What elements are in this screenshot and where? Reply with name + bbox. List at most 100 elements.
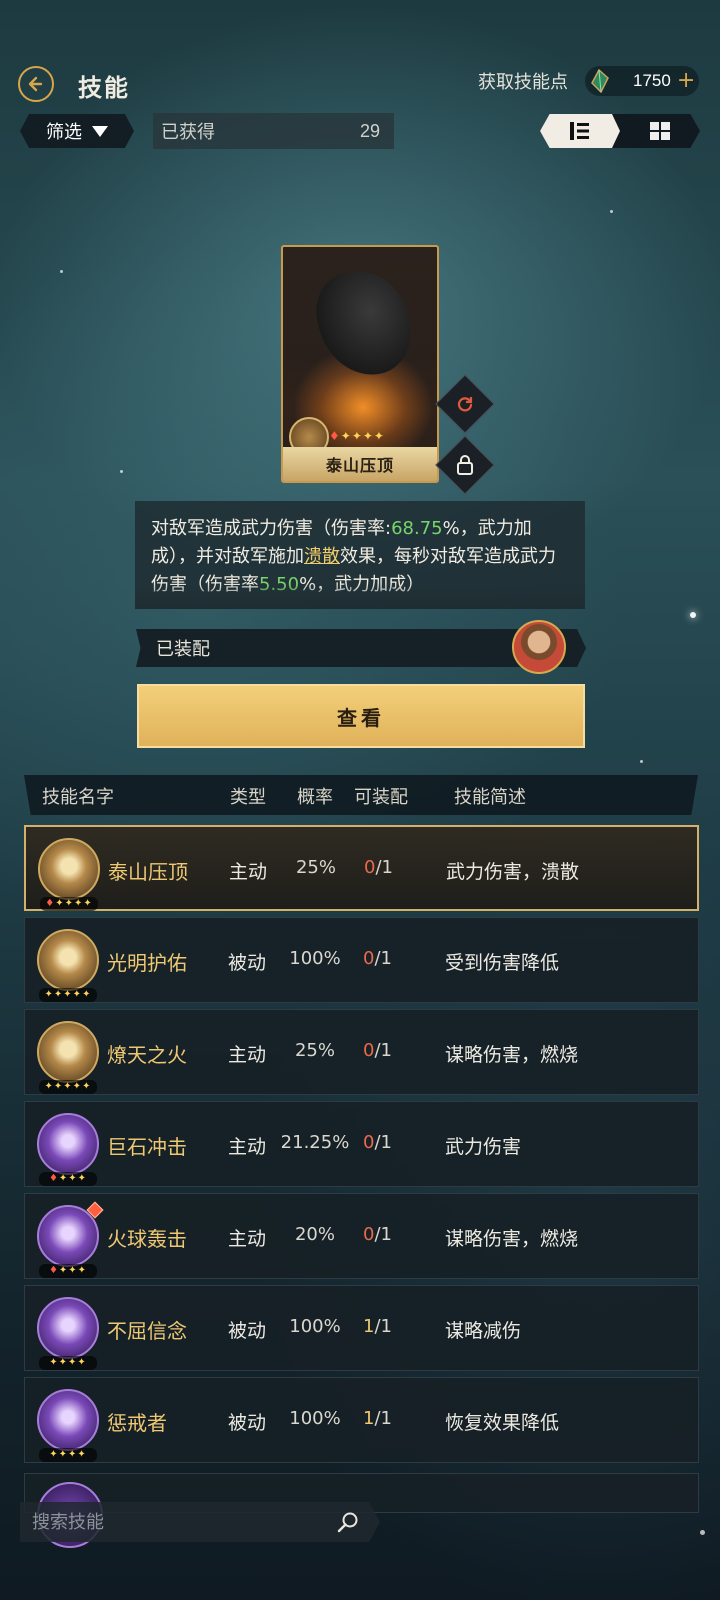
rank-stars: ✦✦✦✦✦ (39, 1080, 97, 1094)
skill-type: 主动 (228, 1136, 267, 1158)
skill-gem-icon (591, 69, 609, 93)
skill-card-name: 泰山压顶 (325, 456, 394, 475)
search-icon[interactable] (336, 1510, 360, 1534)
skill-art-boulder (309, 262, 419, 385)
col-rate: 概率 (297, 787, 333, 808)
skill-points-value: 1750 (633, 71, 671, 90)
light-shield-icon (37, 929, 99, 991)
skill-brief: 谋略伤害，燃烧 (445, 1044, 579, 1066)
skill-equip: 1/1 (363, 1408, 392, 1429)
skill-card[interactable]: ♦✦✦✦✦ 泰山压顶 (281, 245, 439, 483)
skill-equip: 0/1 (363, 1040, 392, 1061)
rank-stars: ♦✦✦✦ (39, 1172, 97, 1186)
skill-brief: 武力伤害，溃散 (446, 861, 580, 883)
rank-stars: ♦✦✦✦ (39, 1264, 97, 1278)
description-text: 对敌军造成武力伤害（伤害率: (151, 518, 392, 539)
effect-link[interactable]: 溃散 (304, 546, 340, 567)
skill-name: 惩戒者 (107, 1411, 167, 1435)
rock-impact-icon (37, 1113, 99, 1175)
boulder-icon (38, 838, 100, 900)
list-view-icon (570, 122, 589, 140)
skill-brief: 受到伤害降低 (445, 952, 560, 974)
col-brief: 技能简述 (454, 787, 526, 808)
skill-name: 光明护佑 (107, 951, 187, 975)
col-type: 类型 (230, 787, 266, 808)
skill-rate: 100% (289, 1316, 341, 1337)
background-star (640, 760, 643, 763)
view-button-label: 查看 (337, 705, 385, 730)
fire-icon (37, 1021, 99, 1083)
background-star (60, 270, 63, 273)
skill-type: 主动 (229, 861, 268, 883)
grid-view-button[interactable] (620, 114, 700, 148)
skill-type: 被动 (228, 952, 267, 974)
background-star (120, 470, 123, 473)
skill-equip: 0/1 (363, 1224, 392, 1245)
obtained-count: 29 (359, 120, 380, 141)
back-button[interactable] (18, 66, 54, 102)
skill-brief: 武力伤害 (445, 1136, 522, 1158)
skill-table-header: 技能名字 类型 概率 可装配 技能简述 (24, 775, 698, 815)
reset-button[interactable] (435, 374, 495, 434)
damage-rate-value: 68.75 (391, 518, 443, 539)
view-button[interactable]: 查看 (137, 684, 585, 748)
table-row[interactable]: ♦✦✦✦✦ 泰山压顶 主动 25% 0/1 武力伤害，溃散 (24, 825, 699, 911)
skill-name: 燎天之火 (107, 1043, 187, 1067)
lock-button[interactable] (435, 435, 495, 495)
skill-brief: 恢复效果降低 (445, 1412, 560, 1434)
skill-brief: 谋略减伤 (445, 1320, 522, 1342)
background-star (610, 210, 613, 213)
table-row[interactable]: ♦✦✦✦ 火球轰击 主动 20% 0/1 谋略伤害，燃烧 (24, 1193, 699, 1279)
arrow-left-icon (28, 76, 43, 92)
view-mode-toggle[interactable] (540, 114, 700, 148)
fireball-icon (37, 1205, 99, 1267)
background-star (700, 1530, 705, 1535)
rank-stars: ✦✦✦✦ (39, 1448, 97, 1462)
skill-name: 巨石冲击 (107, 1135, 187, 1159)
skill-type: 主动 (228, 1228, 267, 1250)
skill-rate: 25% (294, 1040, 335, 1061)
table-row[interactable]: ♦✦✦✦ 巨石冲击 主动 21.25% 0/1 武力伤害 (24, 1101, 699, 1187)
skill-type: 被动 (228, 1412, 267, 1434)
skill-name: 泰山压顶 (108, 860, 188, 884)
skill-name: 不屈信念 (107, 1319, 187, 1343)
skill-equip: 0/1 (363, 948, 392, 969)
skill-rate: 100% (289, 948, 341, 969)
equipped-label: 已装配 (156, 639, 210, 660)
search-input[interactable] (30, 1510, 314, 1534)
page-title: 技能 (78, 74, 130, 102)
skill-name: 火球轰击 (107, 1227, 187, 1251)
get-skill-points-label[interactable]: 获取技能点 (478, 68, 568, 94)
description-fade (135, 583, 585, 609)
list-view-button[interactable] (540, 114, 620, 148)
col-equip: 可装配 (354, 787, 408, 808)
skill-brief: 谋略伤害，燃烧 (445, 1228, 579, 1250)
skill-equip: 1/1 (363, 1316, 392, 1337)
background-star (690, 612, 696, 618)
table-row[interactable]: ✦✦✦✦✦ 燎天之火 主动 25% 0/1 谋略伤害，燃烧 (24, 1009, 699, 1095)
obtained-label: 已获得 (161, 122, 215, 143)
skill-equip: 0/1 (364, 857, 393, 878)
rank-stars: ✦✦✦✦✦ (39, 988, 97, 1002)
skill-equip: 0/1 (363, 1132, 392, 1153)
skill-rate: 20% (294, 1224, 335, 1245)
filter-button[interactable]: 筛选 (20, 114, 134, 148)
search-bar[interactable] (20, 1502, 380, 1542)
skill-rate: 25% (295, 857, 336, 878)
skill-rate: 21.25% (280, 1132, 350, 1153)
obtained-filter[interactable]: 已获得 29 (153, 113, 394, 149)
col-name: 技能名字 (42, 787, 114, 808)
refresh-icon (457, 397, 473, 412)
caret-down-icon (92, 125, 108, 137)
grid-view-icon (650, 122, 670, 140)
skill-points-counter: 1750 + (585, 66, 699, 96)
hero-avatar[interactable] (512, 620, 566, 674)
table-row[interactable]: ✦✦✦✦ 惩戒者 被动 100% 1/1 恢复效果降低 (24, 1377, 699, 1463)
table-row[interactable]: ✦✦✦✦✦ 光明护佑 被动 100% 0/1 受到伤害降低 (24, 917, 699, 1003)
skill-rate: 100% (289, 1408, 341, 1429)
table-row[interactable]: ✦✦✦✦ 不屈信念 被动 100% 1/1 谋略减伤 (24, 1285, 699, 1371)
punisher-icon (37, 1389, 99, 1451)
filter-label: 筛选 (46, 122, 82, 143)
add-points-icon[interactable]: + (677, 70, 695, 92)
skill-type: 主动 (228, 1044, 267, 1066)
